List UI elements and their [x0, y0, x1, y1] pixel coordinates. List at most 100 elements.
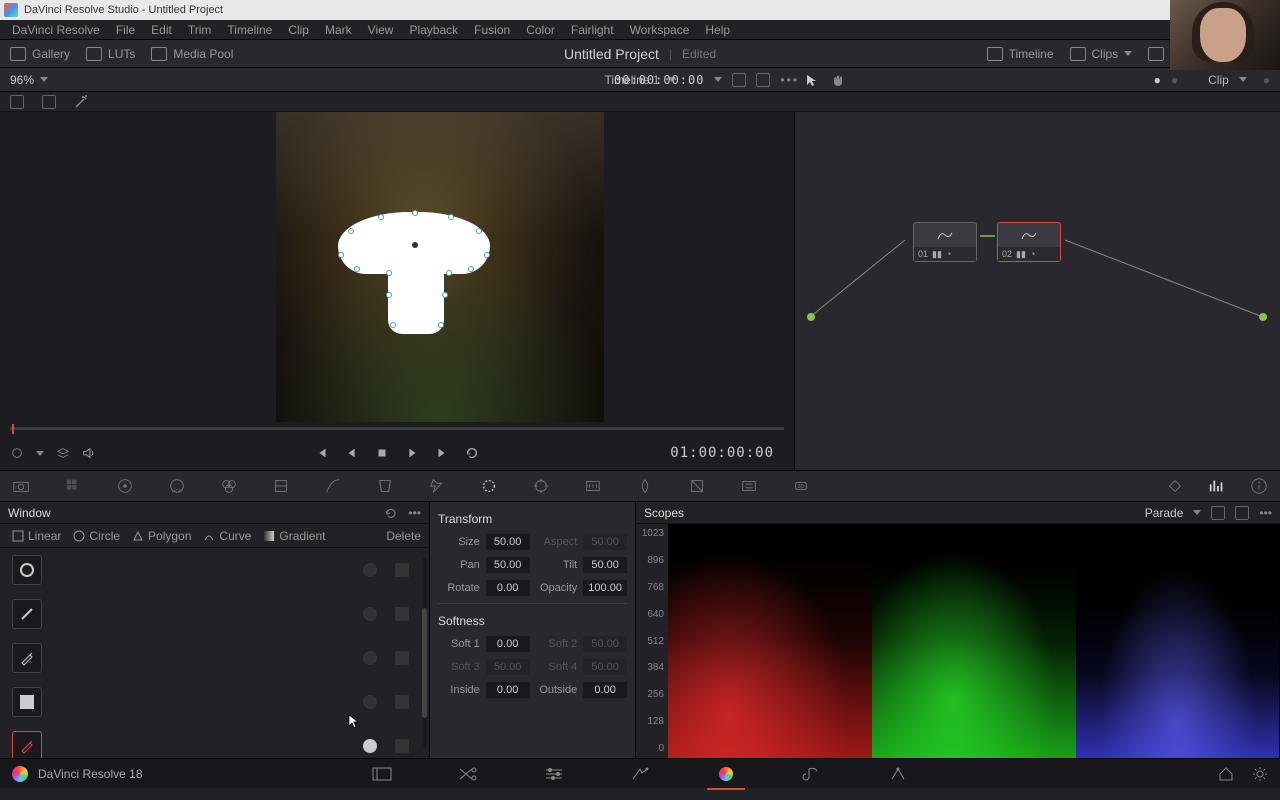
- window-icon[interactable]: [478, 475, 500, 497]
- invert-toggle-icon[interactable]: [395, 607, 409, 621]
- rgb-mixer-icon[interactable]: [218, 475, 240, 497]
- edit-page-icon[interactable]: [543, 765, 565, 783]
- color-match-icon[interactable]: [62, 475, 84, 497]
- scrollbar-thumb[interactable]: [422, 608, 427, 718]
- soft2-field[interactable]: 50.00: [583, 636, 627, 652]
- menu-app[interactable]: DaVinci Resolve: [4, 23, 108, 37]
- grid-icon[interactable]: [42, 95, 56, 109]
- inside-field[interactable]: 0.00: [486, 682, 530, 698]
- opacity-field[interactable]: 100.00: [583, 580, 627, 596]
- menu-timeline[interactable]: Timeline: [219, 23, 280, 37]
- soft3-field[interactable]: 50.00: [486, 659, 530, 675]
- timeline-button[interactable]: Timeline: [987, 47, 1054, 61]
- viewer[interactable]: 01:00:00:00: [0, 112, 795, 470]
- mediapool-button[interactable]: Media Pool: [151, 47, 233, 61]
- wheels-icon[interactable]: [114, 475, 136, 497]
- mask-toggle-icon[interactable]: [363, 695, 377, 709]
- warper-icon[interactable]: [374, 475, 396, 497]
- menu-fairlight[interactable]: Fairlight: [563, 23, 622, 37]
- magic-mask-icon[interactable]: [582, 475, 604, 497]
- mask-toggle-icon[interactable]: [363, 563, 377, 577]
- fusion-page-icon[interactable]: [629, 765, 651, 783]
- node-graph[interactable]: 01▮▮◔ 02▮▮◔: [795, 112, 1280, 470]
- menu-workspace[interactable]: Workspace: [622, 23, 698, 37]
- cut-page-icon[interactable]: [457, 765, 479, 783]
- window-row-pen[interactable]: [0, 636, 421, 680]
- menu-mark[interactable]: Mark: [317, 23, 360, 37]
- mask-toggle-icon[interactable]: [363, 607, 377, 621]
- soft4-field[interactable]: 50.00: [583, 659, 627, 675]
- menu-help[interactable]: Help: [697, 23, 738, 37]
- gradient-button[interactable]: Gradient: [259, 527, 329, 545]
- chevron-down-icon[interactable]: [40, 77, 48, 82]
- outside-field[interactable]: 0.00: [583, 682, 627, 698]
- expand-icon[interactable]: [756, 73, 770, 87]
- menu-color[interactable]: Color: [518, 23, 563, 37]
- playbar-track[interactable]: [10, 427, 784, 430]
- node-input-dot[interactable]: [807, 313, 815, 321]
- aspect-field[interactable]: 50.00: [583, 534, 627, 550]
- invert-toggle-icon[interactable]: [395, 695, 409, 709]
- circle-button[interactable]: Circle: [69, 527, 124, 545]
- blur-icon[interactable]: [634, 475, 656, 497]
- playhead[interactable]: [12, 424, 14, 434]
- more-icon[interactable]: •••: [1259, 506, 1272, 520]
- camera-raw-icon[interactable]: [10, 475, 32, 497]
- tilt-field[interactable]: 50.00: [583, 557, 627, 573]
- hdr-icon[interactable]: HDR: [166, 475, 188, 497]
- clip-label[interactable]: Clip: [1208, 73, 1229, 87]
- zoom-value[interactable]: 96%: [10, 73, 34, 87]
- scopes-mode[interactable]: Parade: [1145, 506, 1184, 520]
- mask-toggle-icon[interactable]: [363, 651, 377, 665]
- delete-button[interactable]: Delete: [386, 529, 421, 543]
- settings-icon[interactable]: [1252, 766, 1268, 782]
- play-icon[interactable]: [405, 446, 419, 460]
- info-icon[interactable]: [1248, 475, 1270, 497]
- chevron-down-icon[interactable]: [1193, 510, 1201, 515]
- sizing-icon[interactable]: [738, 475, 760, 497]
- clips-button[interactable]: Clips: [1070, 47, 1133, 61]
- home-icon[interactable]: [1218, 766, 1234, 782]
- hand-icon[interactable]: [831, 73, 845, 87]
- invert-toggle-icon[interactable]: [395, 651, 409, 665]
- fairlight-page-icon[interactable]: [801, 765, 823, 783]
- polygon-button[interactable]: Polygon: [128, 527, 195, 545]
- invert-toggle-icon[interactable]: [395, 563, 409, 577]
- media-page-icon[interactable]: [371, 765, 393, 783]
- pan-field[interactable]: 50.00: [486, 557, 530, 573]
- pointer-icon[interactable]: [805, 73, 819, 87]
- soft1-field[interactable]: 0.00: [486, 636, 530, 652]
- menu-playback[interactable]: Playback: [401, 23, 466, 37]
- mask-toggle-icon[interactable]: [363, 739, 377, 753]
- luts-button[interactable]: LUTs: [86, 47, 135, 61]
- stop-icon[interactable]: [375, 446, 389, 460]
- window-row-circle[interactable]: [0, 548, 421, 592]
- first-frame-icon[interactable]: [315, 446, 329, 460]
- unmix-icon[interactable]: [10, 446, 24, 460]
- scope-layout-icon[interactable]: [1211, 506, 1225, 520]
- menu-clip[interactable]: Clip: [280, 23, 317, 37]
- layers-icon[interactable]: [56, 446, 70, 460]
- linear-button[interactable]: Linear: [8, 527, 65, 545]
- node-01[interactable]: 01▮▮◔: [913, 222, 977, 262]
- key-icon[interactable]: [686, 475, 708, 497]
- more-icon[interactable]: •••: [780, 73, 799, 87]
- node-02[interactable]: 02▮▮◔: [997, 222, 1061, 262]
- deliver-page-icon[interactable]: [887, 765, 909, 783]
- loop-icon[interactable]: [465, 446, 479, 460]
- node-output-dot[interactable]: [1259, 313, 1267, 321]
- color-page-icon[interactable]: [715, 765, 737, 783]
- tracker-icon[interactable]: [530, 475, 552, 497]
- menu-view[interactable]: View: [360, 23, 402, 37]
- chevron-down-icon[interactable]: [36, 451, 44, 456]
- curve-button[interactable]: Curve: [199, 527, 255, 545]
- curves-icon[interactable]: [322, 475, 344, 497]
- primaries-icon[interactable]: [270, 475, 292, 497]
- menu-file[interactable]: File: [108, 23, 143, 37]
- keyframes-icon[interactable]: [1164, 475, 1186, 497]
- power-window-mask[interactable]: [338, 202, 490, 332]
- split-icon[interactable]: [10, 95, 24, 109]
- mute-icon[interactable]: [82, 446, 96, 460]
- menu-edit[interactable]: Edit: [143, 23, 180, 37]
- prev-frame-icon[interactable]: [345, 446, 359, 460]
